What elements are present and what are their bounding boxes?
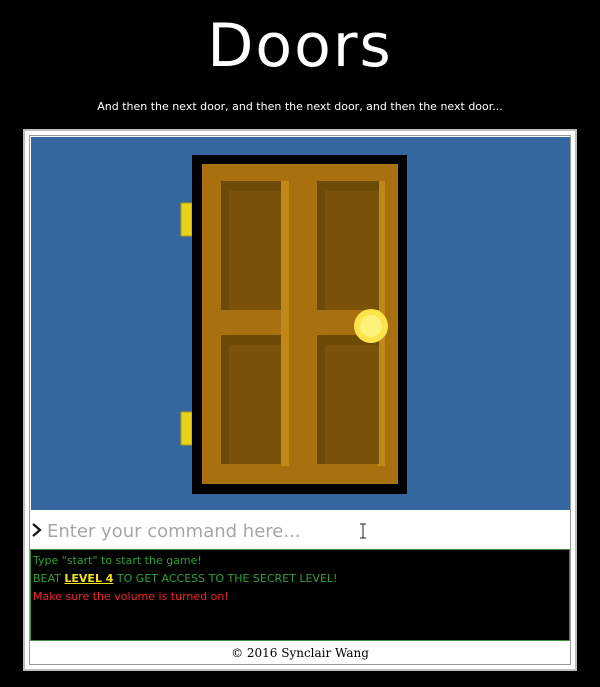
text-cursor-icon <box>360 523 366 539</box>
command-row <box>31 514 570 548</box>
game-subtitle: And then the next door, and then the nex… <box>97 100 503 113</box>
console-line: BEAT LEVEL 4 TO GET ACCESS TO THE SECRET… <box>33 570 567 588</box>
game-scene[interactable] <box>31 137 570 510</box>
console-line: Make sure the volume is turned on! <box>33 590 229 603</box>
level-4-link[interactable]: LEVEL 4 <box>64 572 113 585</box>
game-title: Doors <box>207 11 393 81</box>
hinge-icon <box>180 411 193 446</box>
footer-copyright: © 2016 Synclair Wang <box>231 646 369 660</box>
prompt-chevron-icon <box>32 523 42 537</box>
command-input[interactable] <box>47 516 547 546</box>
game-console: Type "start" to start the game! BEAT LEV… <box>30 549 570 641</box>
door-scene-svg <box>180 155 407 494</box>
console-text: TO GET ACCESS TO THE SECRET LEVEL! <box>113 572 338 585</box>
console-line: Type "start" to start the game! <box>33 554 202 567</box>
console-text: BEAT <box>33 572 65 585</box>
hinge-icon <box>180 202 193 237</box>
